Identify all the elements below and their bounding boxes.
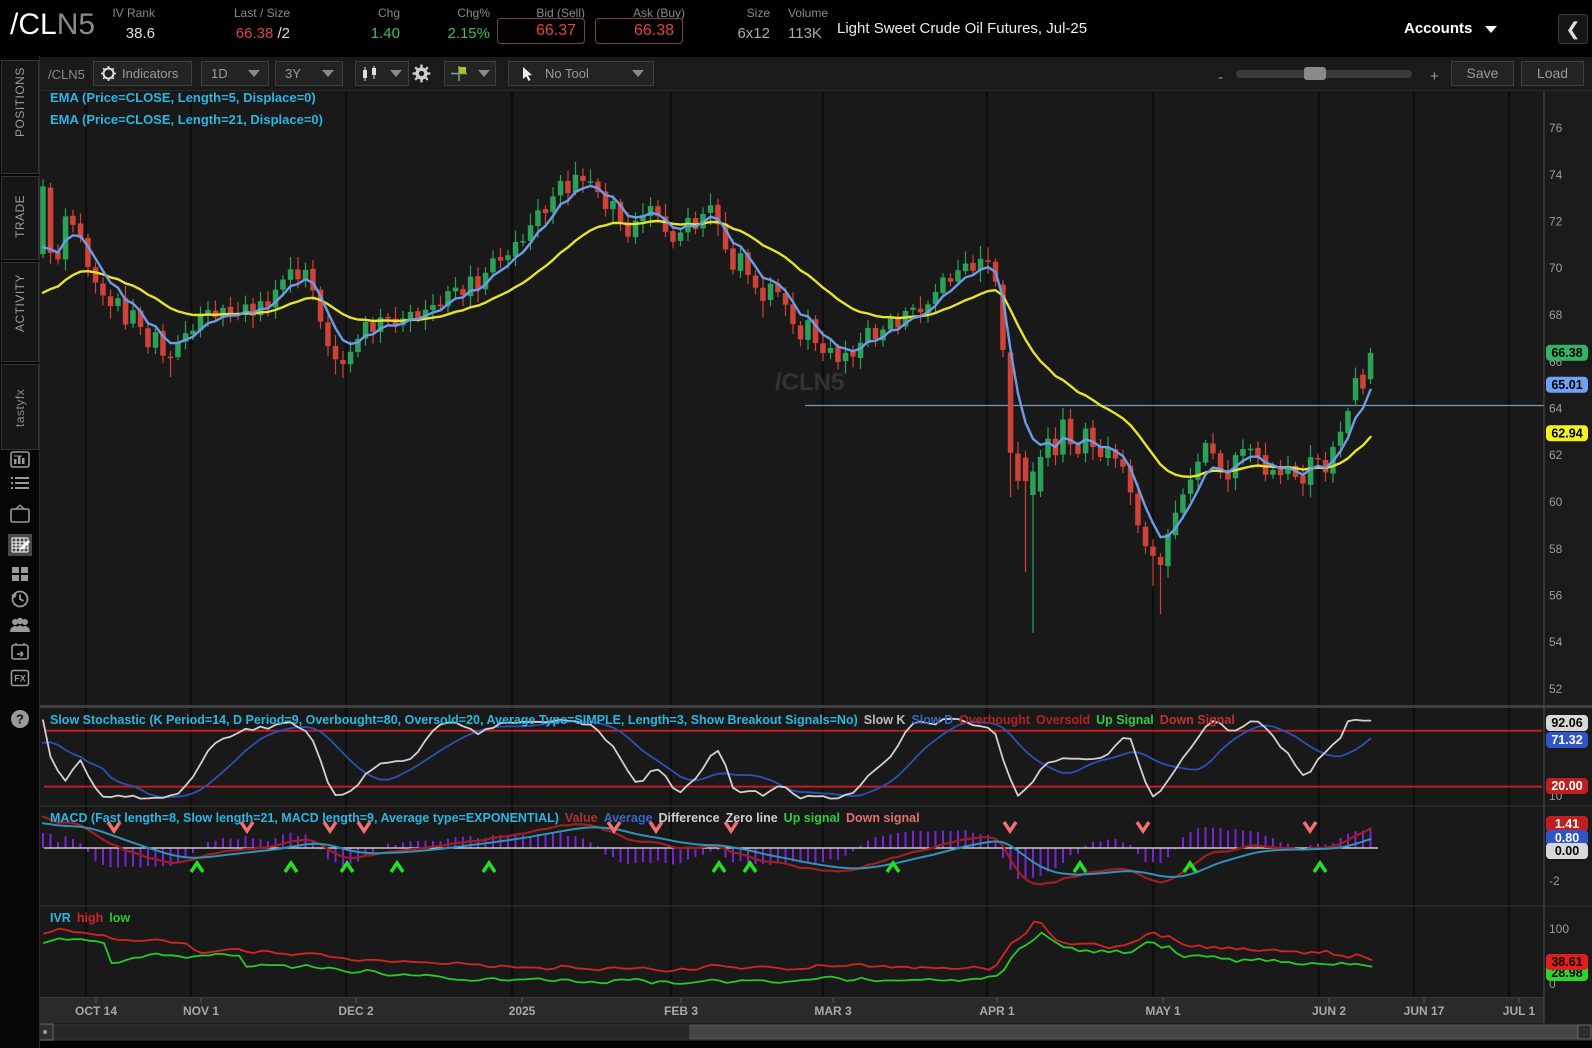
svg-text:71.32: 71.32 bbox=[1551, 733, 1582, 747]
svg-text:/CLN5: /CLN5 bbox=[775, 369, 844, 396]
svg-text:70: 70 bbox=[1549, 261, 1563, 275]
svg-text:66.38: 66.38 bbox=[1551, 346, 1582, 360]
svg-text:20.00: 20.00 bbox=[1551, 779, 1582, 793]
svg-text:EMA (Price=CLOSE, Length=5, Di: EMA (Price=CLOSE, Length=5, Displace=0) bbox=[50, 91, 316, 105]
svg-text:APR 1: APR 1 bbox=[979, 1004, 1015, 1018]
svg-text:65.01: 65.01 bbox=[1551, 378, 1582, 392]
svg-text:NOV 1: NOV 1 bbox=[183, 1004, 219, 1018]
svg-text:2025: 2025 bbox=[509, 1004, 536, 1018]
svg-text:1.41: 1.41 bbox=[1555, 817, 1579, 831]
svg-text:EMA (Price=CLOSE, Length=21, D: EMA (Price=CLOSE, Length=21, Displace=0) bbox=[50, 112, 323, 127]
svg-text:Slow Stochastic (K Period=14,: Slow Stochastic (K Period=14, D Period=9… bbox=[50, 713, 1235, 727]
svg-text:DEC 2: DEC 2 bbox=[338, 1004, 374, 1018]
svg-text:68: 68 bbox=[1549, 308, 1563, 322]
svg-text:MAR 3: MAR 3 bbox=[814, 1004, 852, 1018]
svg-text:JUL 1: JUL 1 bbox=[1503, 1004, 1536, 1018]
svg-text:92.06: 92.06 bbox=[1551, 716, 1582, 730]
svg-text:64: 64 bbox=[1549, 402, 1563, 416]
svg-text:JUN 2: JUN 2 bbox=[1312, 1004, 1346, 1018]
svg-text:?: ? bbox=[16, 712, 24, 727]
svg-text:0.00: 0.00 bbox=[1555, 844, 1579, 858]
svg-text:62.94: 62.94 bbox=[1551, 426, 1582, 440]
svg-text:74: 74 bbox=[1549, 168, 1563, 182]
svg-text:MACD (Fast length=8, Slow leng: MACD (Fast length=8, Slow length=21, MAC… bbox=[50, 811, 920, 825]
svg-text:60: 60 bbox=[1549, 495, 1563, 509]
svg-text:62: 62 bbox=[1549, 448, 1563, 462]
svg-text:58: 58 bbox=[1549, 542, 1563, 556]
svg-text:76: 76 bbox=[1549, 121, 1563, 135]
svg-text:72: 72 bbox=[1549, 215, 1563, 229]
svg-text:IVRhighlow: IVR high low bbox=[50, 911, 130, 925]
svg-text:100: 100 bbox=[1549, 922, 1569, 936]
svg-text:52: 52 bbox=[1549, 682, 1563, 696]
svg-text:FX: FX bbox=[14, 674, 26, 684]
svg-text:38.61: 38.61 bbox=[1551, 955, 1582, 969]
svg-text:54: 54 bbox=[1549, 635, 1563, 649]
svg-text:56: 56 bbox=[1549, 589, 1563, 603]
svg-text:FEB 3: FEB 3 bbox=[664, 1004, 698, 1018]
svg-text:-2: -2 bbox=[1549, 874, 1560, 888]
svg-text:JUN 17: JUN 17 bbox=[1404, 1004, 1445, 1018]
svg-text:MAY 1: MAY 1 bbox=[1145, 1004, 1181, 1018]
svg-text:OCT 14: OCT 14 bbox=[75, 1004, 117, 1018]
